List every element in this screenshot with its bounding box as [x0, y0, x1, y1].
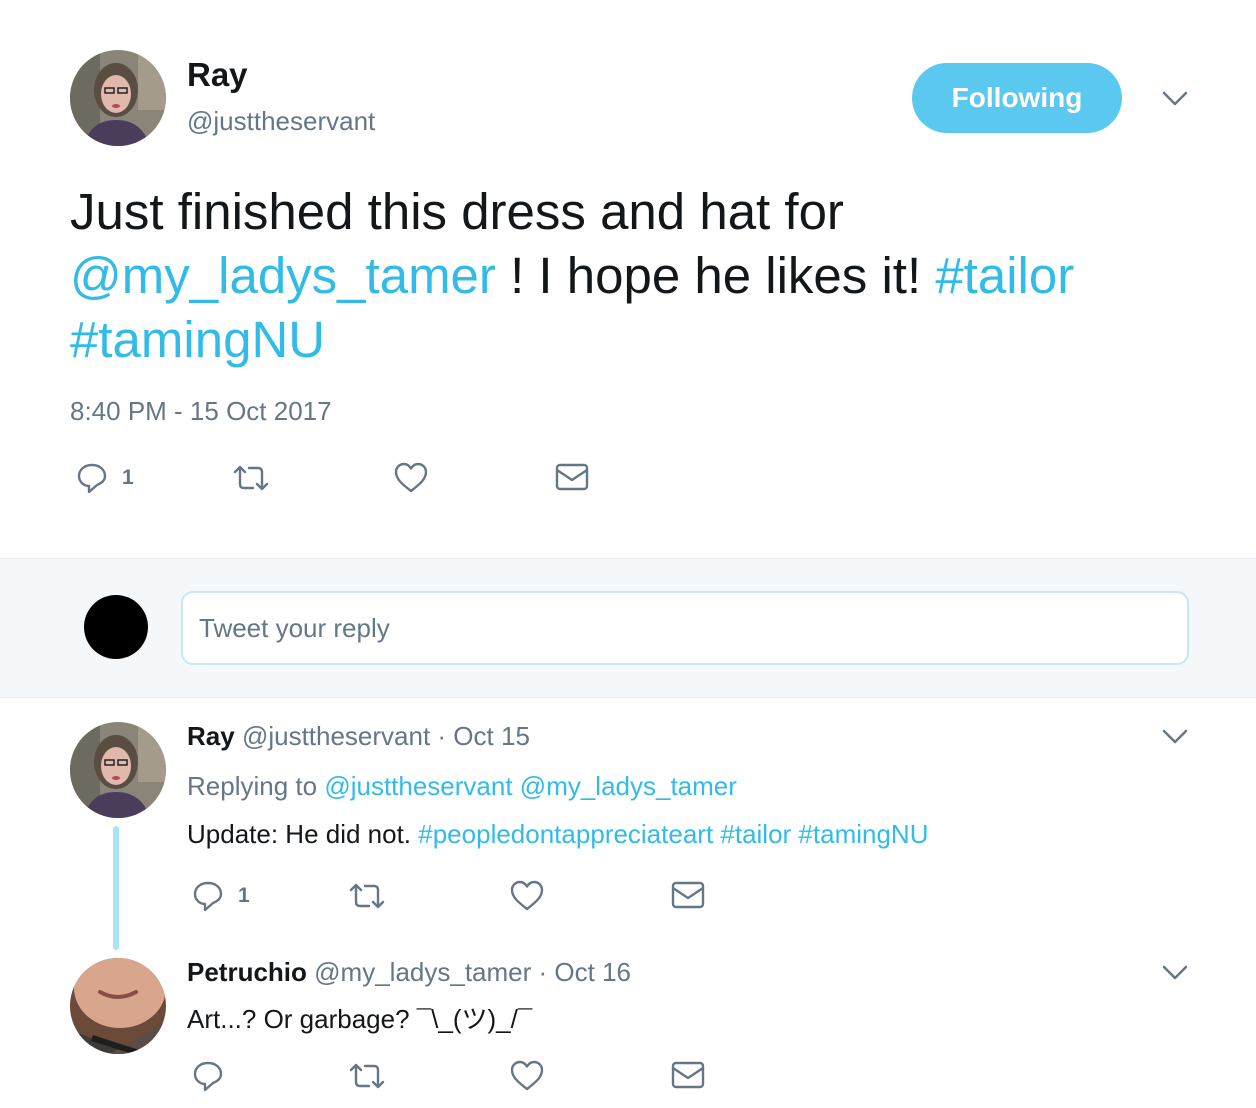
hashtag-link[interactable]: #tailor — [935, 247, 1074, 304]
retweet-button[interactable] — [232, 462, 270, 494]
reply-text: Art...? Or garbage? ¯\_(ツ)_/¯ — [187, 1004, 533, 1034]
reply-icon — [192, 880, 224, 912]
retweet-button[interactable] — [348, 1060, 386, 1092]
retweet-button[interactable] — [348, 880, 386, 912]
reply-author-avatar[interactable] — [70, 722, 166, 818]
message-icon — [671, 1060, 705, 1090]
reply-author-name[interactable]: Ray — [187, 721, 235, 751]
thread-connector — [113, 826, 119, 950]
author-avatar[interactable] — [70, 50, 166, 146]
reply-button[interactable]: 1 — [192, 880, 250, 912]
like-icon — [510, 880, 544, 912]
reply-count: 1 — [122, 466, 134, 489]
replying-to-mentions[interactable]: @justtheservant @my_ladys_tamer — [324, 771, 737, 801]
retweet-icon — [232, 462, 270, 494]
retweet-icon — [348, 1060, 386, 1092]
mention-link[interactable]: @my_ladys_tamer — [70, 247, 496, 304]
reply-author-handle[interactable]: @justtheservant — [242, 721, 430, 751]
current-user-avatar — [84, 595, 148, 659]
reply-author-name[interactable]: Petruchio — [187, 957, 307, 987]
reply-date[interactable]: · Oct 16 — [531, 957, 631, 987]
author-name[interactable]: Ray — [187, 56, 248, 94]
reply-date[interactable]: · Oct 15 — [430, 721, 529, 751]
replying-to: Replying to @justtheservant @my_ladys_ta… — [187, 771, 737, 802]
reply-button[interactable]: 1 — [76, 462, 134, 494]
like-button[interactable] — [510, 1060, 544, 1092]
tweet-text-part: ! I hope he likes it! — [495, 247, 936, 304]
like-button[interactable] — [394, 462, 428, 494]
reply-author-avatar[interactable] — [70, 958, 166, 1054]
chevron-down-icon[interactable] — [1160, 84, 1190, 114]
hashtag-link[interactable]: #tamingNU — [70, 311, 325, 368]
reply-text: Update: He did not. #peopledontappreciat… — [187, 819, 928, 850]
tweet-timestamp[interactable]: 8:40 PM - 15 Oct 2017 — [70, 396, 332, 427]
chevron-down-icon[interactable] — [1160, 958, 1190, 988]
reply-author-handle[interactable]: @my_ladys_tamer — [314, 957, 531, 987]
reply-actions — [192, 1060, 732, 1100]
reply-input[interactable] — [181, 591, 1189, 665]
reply-icon — [192, 1060, 224, 1092]
tweet-text: Just finished this dress and hat for @my… — [70, 180, 1200, 372]
tweet-text-part: Just finished this dress and hat for — [70, 183, 844, 240]
chevron-down-icon[interactable] — [1160, 722, 1190, 752]
following-button[interactable]: Following — [912, 63, 1122, 133]
reply-header: Ray @justtheservant · Oct 15 — [187, 721, 530, 752]
author-handle[interactable]: @justtheservant — [187, 106, 375, 137]
like-icon — [510, 1060, 544, 1092]
reply-icon — [76, 462, 108, 494]
reply-button[interactable] — [192, 1060, 224, 1092]
reply-composer — [0, 558, 1256, 698]
reply-actions: 1 — [192, 880, 732, 920]
like-button[interactable] — [510, 880, 544, 912]
tweet-actions: 1 — [76, 462, 616, 502]
replying-to-label: Replying to — [187, 771, 325, 801]
like-icon — [394, 462, 428, 494]
reply-text-part: Update: He did not. — [187, 819, 419, 849]
message-icon — [555, 462, 589, 492]
message-button[interactable] — [671, 1060, 705, 1090]
hashtag-links[interactable]: #peopledontappreciateart #tailor #taming… — [418, 819, 928, 849]
message-button[interactable] — [671, 880, 705, 910]
reply-count: 1 — [238, 884, 250, 907]
retweet-icon — [348, 880, 386, 912]
reply-header: Petruchio @my_ladys_tamer · Oct 16 — [187, 957, 631, 988]
message-icon — [671, 880, 705, 910]
message-button[interactable] — [555, 462, 589, 492]
